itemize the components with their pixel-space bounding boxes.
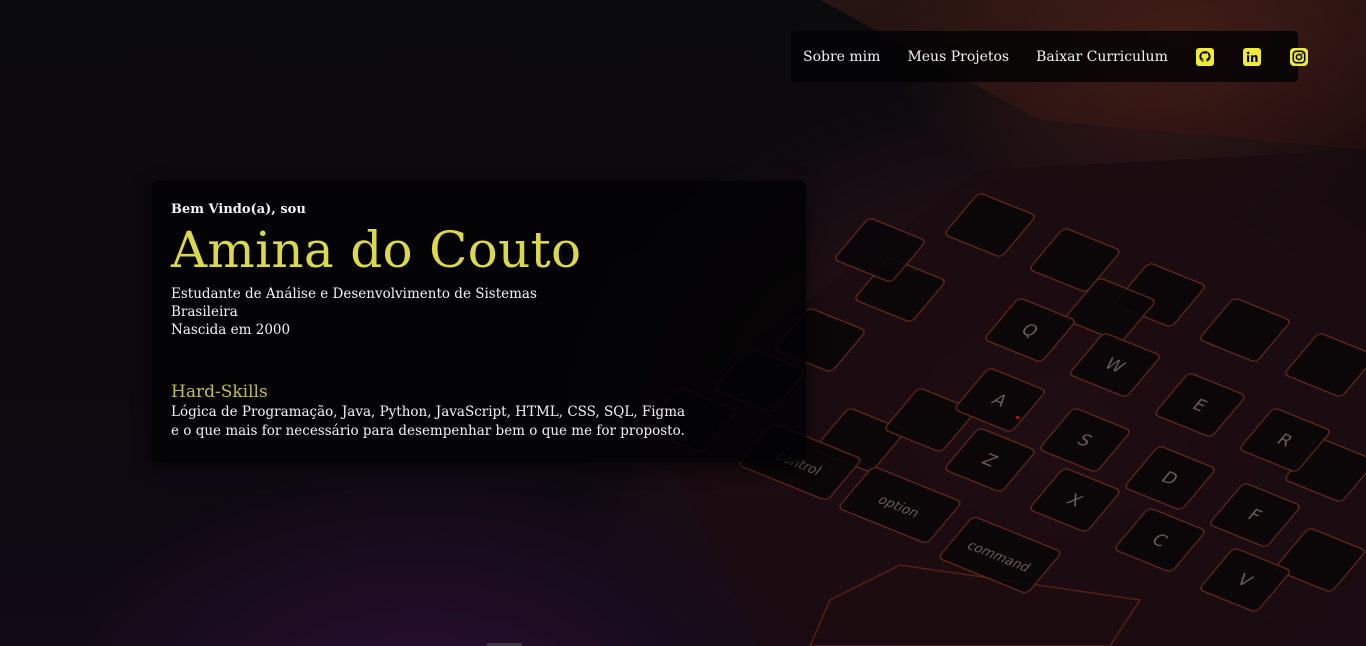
hero-section: Q W E R A S D F Z X C Vcontrol option command Sobre m… [0, 0, 1366, 646]
intro-card: Bem Vindo(a), sou Amina do Couto Estudan… [152, 181, 806, 462]
page-title: Amina do Couto [171, 221, 582, 279]
cursor-dot [1016, 416, 1019, 419]
skills-note: e o que mais for necessário para desempe… [171, 423, 685, 439]
nav-link-baixar-curriculum[interactable]: Baixar Curriculum [1036, 49, 1168, 65]
instagram-icon[interactable] [1289, 47, 1309, 67]
nav-link-sobre-mim[interactable]: Sobre mim [803, 49, 880, 65]
info-course: Estudante de Análise e Desenvolvimento d… [171, 286, 537, 302]
github-icon[interactable] [1195, 47, 1215, 67]
info-nationality: Brasileira [171, 304, 238, 320]
top-navbar: Sobre mim Meus Projetos Baixar Curriculu… [791, 31, 1308, 82]
info-birth-year: Nascida em 2000 [171, 322, 291, 338]
linkedin-icon[interactable] [1242, 47, 1262, 67]
nav-link-meus-projetos[interactable]: Meus Projetos [907, 49, 1009, 65]
greeting-text: Bem Vindo(a), sou [171, 202, 306, 217]
skills-heading: Hard-Skills [171, 382, 268, 402]
skills-list: Lógica de Programação, Java, Python, Jav… [171, 404, 686, 420]
